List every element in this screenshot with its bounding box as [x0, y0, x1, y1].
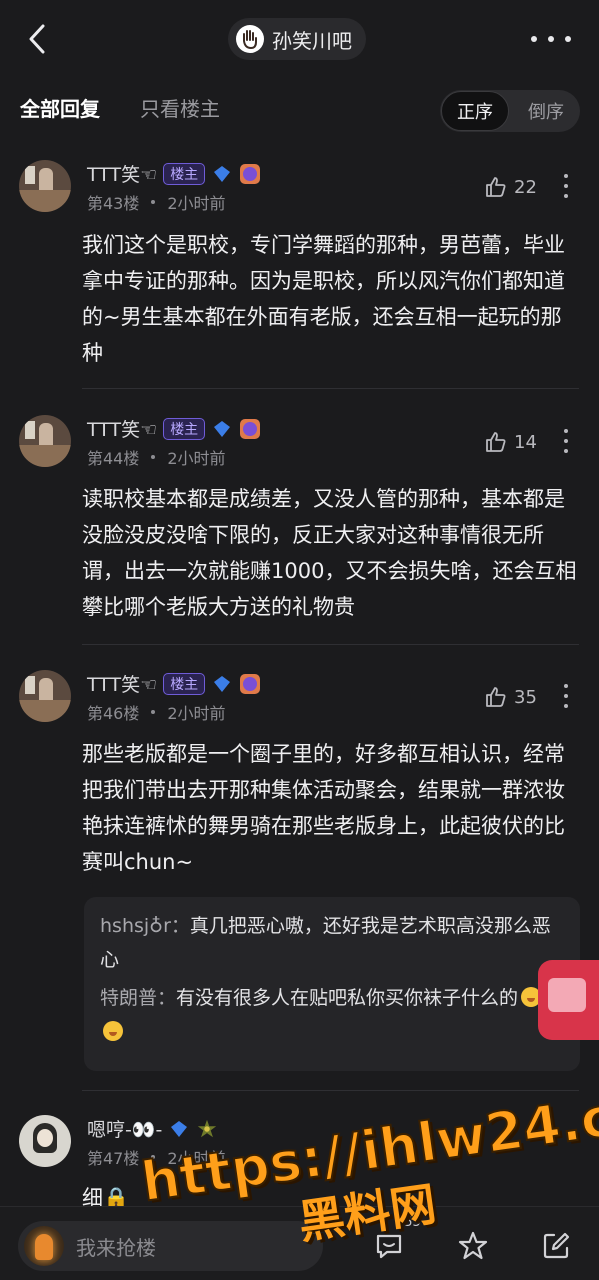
- forum-pill[interactable]: 孙笑川吧: [228, 18, 366, 60]
- tab-only-op[interactable]: 只看楼主: [140, 93, 220, 122]
- avatar[interactable]: [19, 670, 71, 722]
- meta-separator: [151, 200, 156, 204]
- post-menu-button[interactable]: [561, 684, 571, 708]
- avatar[interactable]: [19, 160, 71, 212]
- diamond-icon: [168, 1118, 190, 1140]
- post-content: 那些老版都是一个圈子里的，好多都互相认识，经常把我们带出去开那种集体活动聚会，结…: [82, 742, 565, 874]
- op-badge: 楼主: [163, 162, 206, 185]
- top-nav: 孙笑川吧: [0, 0, 599, 78]
- subreply-author[interactable]: 特朗普：: [100, 987, 176, 1009]
- like-count: 35: [514, 686, 537, 708]
- avatar[interactable]: [19, 1115, 71, 1167]
- post-time: 2小时前: [167, 1149, 226, 1168]
- subreply-item: 特朗普：有没有很多人在贴吧私你买你袜子什么的: [100, 981, 564, 1049]
- author-row: TTT笑☜ 楼主: [87, 670, 261, 697]
- post-meta: 第46楼 2小时前: [87, 700, 226, 724]
- subreply-text: 有没有很多人在贴吧私你买你袜子什么的: [176, 987, 519, 1009]
- reply-placeholder: 我来抢楼: [76, 1235, 156, 1260]
- order-asc-button[interactable]: 正序: [441, 91, 509, 131]
- comment-count: 155: [396, 1215, 421, 1230]
- subreply-item: hshsj♁r：真几把恶心嗷，还好我是艺术职高没那么恶心: [100, 909, 564, 977]
- floor-number: 第46楼: [87, 704, 140, 723]
- author-row: TTT笑☜ 楼主: [87, 160, 261, 187]
- author-name[interactable]: TTT笑☜: [87, 670, 157, 697]
- post-time: 2小时前: [167, 704, 226, 723]
- post-content: 我们这个是职校，专门学舞蹈的那种，男芭蕾，毕业拿中专证的那种。因为是职校，所以风…: [82, 233, 565, 365]
- meta-separator: [151, 710, 156, 714]
- post-meta: 第44楼 2小时前: [87, 445, 226, 469]
- divider: [82, 1090, 579, 1091]
- divider: [82, 644, 579, 645]
- floor-number: 第43楼: [87, 194, 140, 213]
- thumbs-up-icon: [486, 432, 506, 452]
- comment-icon: [376, 1234, 402, 1259]
- post-time: 2小时前: [167, 449, 226, 468]
- op-badge: 楼主: [163, 672, 206, 695]
- avatar[interactable]: [19, 415, 71, 467]
- level-badge-icon: [239, 673, 261, 695]
- level-badge-icon: [239, 163, 261, 185]
- comment-button[interactable]: [372, 1229, 406, 1263]
- meta-separator: [151, 455, 156, 459]
- post-time: 2小时前: [167, 194, 226, 213]
- author-row: TTT笑☜ 楼主: [87, 415, 261, 442]
- meta-separator: [151, 1155, 156, 1159]
- favorite-button[interactable]: [456, 1229, 490, 1263]
- subreply-author[interactable]: hshsj♁r：: [100, 915, 190, 937]
- like-count: 22: [514, 176, 537, 198]
- diamond-icon: [211, 418, 233, 440]
- forum-avatar: [236, 25, 264, 53]
- post-content: 读职校基本都是成绩差，又没人管的那种，基本都是没脸没皮没啥下限的，反正大家对这种…: [82, 487, 577, 619]
- diamond-icon: [211, 163, 233, 185]
- post-menu-button[interactable]: [561, 429, 571, 453]
- tab-all-replies[interactable]: 全部回复: [20, 93, 100, 122]
- author-name[interactable]: TTT笑☜: [87, 415, 157, 442]
- order-desc-button[interactable]: 倒序: [512, 91, 580, 131]
- chevron-left-icon: [29, 24, 45, 54]
- subreply-box[interactable]: hshsj♁r：真几把恶心嗷，还好我是艺术职高没那么恶心 特朗普：有没有很多人在…: [84, 897, 580, 1071]
- bottom-bar: 我来抢楼 155: [0, 1206, 599, 1280]
- forum-name: 孙笑川吧: [272, 28, 352, 53]
- post-meta: 第43楼 2小时前: [87, 190, 226, 214]
- like-button[interactable]: 22: [484, 175, 537, 199]
- divider: [82, 388, 579, 389]
- back-button[interactable]: [20, 22, 54, 56]
- like-button[interactable]: 14: [484, 430, 537, 454]
- author-name[interactable]: 嗯哼-👀-: [87, 1115, 162, 1142]
- floor-number: 第47楼: [87, 1149, 140, 1168]
- my-avatar: [24, 1226, 64, 1266]
- diamond-icon: [211, 673, 233, 695]
- shocked-emoji-icon: [103, 1021, 123, 1041]
- post-menu-button[interactable]: [561, 174, 571, 198]
- post-meta: 第47楼 2小时前: [87, 1145, 226, 1169]
- hand-icon: [243, 30, 257, 50]
- like-count: 14: [514, 431, 537, 453]
- thumbs-up-icon: [486, 177, 506, 197]
- edit-icon: [543, 1232, 570, 1259]
- like-button[interactable]: 35: [484, 685, 537, 709]
- more-dots-icon: [531, 36, 537, 42]
- floor-number: 第44楼: [87, 449, 140, 468]
- thumbs-up-icon: [486, 687, 506, 707]
- level-badge-icon: [239, 418, 261, 440]
- reply-input[interactable]: 我来抢楼: [18, 1221, 323, 1271]
- author-row: 嗯哼-👀-: [87, 1115, 218, 1142]
- star-icon: [458, 1231, 488, 1260]
- author-name[interactable]: TTT笑☜: [87, 160, 157, 187]
- edit-button[interactable]: [539, 1229, 573, 1263]
- floating-activity-icon[interactable]: [538, 960, 599, 1040]
- op-badge: 楼主: [163, 417, 206, 440]
- star-badge-icon: [196, 1118, 218, 1140]
- more-button[interactable]: [531, 26, 571, 52]
